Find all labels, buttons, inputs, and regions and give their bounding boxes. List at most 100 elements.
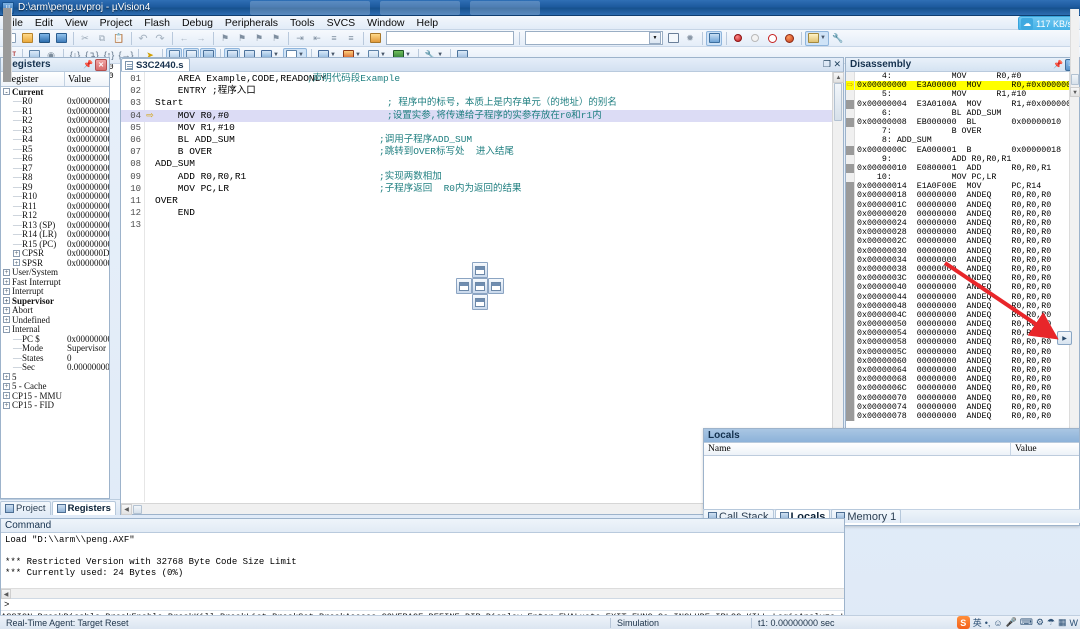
menu-tools[interactable]: Tools: [284, 16, 321, 30]
registers-tree[interactable]: - Current — R0 0x00000000— R1 0x00000000— R2 0x0…: [1, 87, 109, 496]
toolbox-icon[interactable]: ⚙: [1036, 617, 1044, 628]
disassembly-list[interactable]: 4: MOV R0,#0 ⇨ 0x00000000 E3A00000 MOV R0,…: [846, 72, 1079, 429]
disassembly-instruction-row[interactable]: 0x00000044 00000000 ANDEQ R0,R0,R0: [846, 292, 1079, 302]
editor-code-lines[interactable]: 01 AREA Example,CODE,READONLY ;声明代码段Examp…: [121, 72, 843, 231]
target-combo[interactable]: ▼: [525, 31, 663, 45]
outdent-button[interactable]: ⇤: [309, 31, 325, 46]
register-row[interactable]: — R0 0x00000000: [1, 96, 109, 106]
navigate-forward-button[interactable]: →: [193, 31, 209, 46]
dock-tab-registers[interactable]: Registers: [51, 501, 116, 515]
disable-breakpoint-button[interactable]: [747, 31, 763, 46]
disassembly-source-row[interactable]: 5: MOV R1,#10: [846, 90, 1079, 100]
expand-icon[interactable]: +: [3, 373, 10, 381]
register-row[interactable]: + Supervisor: [1, 296, 109, 306]
disassembly-instruction-row[interactable]: 0x00000034 00000000 ANDEQ R0,R0,R0: [846, 255, 1079, 265]
locals-list[interactable]: [704, 456, 1079, 511]
disassembly-instruction-row[interactable]: 0x00000004 E3A0100A MOV R1,#0x0000000A: [846, 99, 1079, 109]
umbrella-icon[interactable]: ☂: [1047, 617, 1055, 628]
insert-breakpoint-button[interactable]: [730, 31, 746, 46]
disassembly-instruction-row[interactable]: 0x0000003C 00000000 ANDEQ R0,R0,R0: [846, 274, 1079, 284]
pin-icon[interactable]: 📌: [1052, 59, 1064, 71]
indent-button[interactable]: ⇥: [292, 31, 308, 46]
dock-target-bottom[interactable]: [472, 294, 488, 310]
scroll-left-arrow-icon[interactable]: ◀: [1, 589, 11, 599]
apps-icon[interactable]: ▦: [1058, 617, 1067, 628]
register-row[interactable]: + CP15 - MMU: [1, 391, 109, 401]
register-row[interactable]: — R7 0x00000000: [1, 163, 109, 173]
disassembly-instruction-row[interactable]: 0x00000008 EB000000 BL 0x00000010: [846, 117, 1079, 128]
cut-button[interactable]: ✂: [77, 31, 93, 46]
disassembly-instruction-row[interactable]: ⇨ 0x00000000 E3A00000 MOV R0,#0x00000000: [846, 81, 1079, 91]
expand-icon[interactable]: +: [3, 287, 10, 295]
chevron-down-icon[interactable]: ▼: [649, 32, 661, 44]
find-in-files-button[interactable]: [367, 31, 383, 46]
register-row[interactable]: — R6 0x00000000: [1, 153, 109, 163]
register-row[interactable]: — R14 (LR) 0x00000000: [1, 229, 109, 239]
menu-project[interactable]: Project: [94, 16, 139, 30]
register-row[interactable]: +5 - Cache: [1, 381, 109, 391]
redo-button[interactable]: ↷: [152, 31, 168, 46]
save-all-button[interactable]: [53, 31, 69, 46]
w-badge-icon[interactable]: W: [1070, 618, 1079, 628]
disassembly-source-row[interactable]: 7: B OVER: [846, 127, 1079, 137]
punctuation-icon[interactable]: •,: [985, 618, 991, 628]
bookmark-toggle-button[interactable]: ⚑: [217, 31, 233, 46]
register-row[interactable]: — R2 0x00000000: [1, 115, 109, 125]
code-line[interactable]: 08 ADD_SUM: [121, 158, 843, 170]
register-row[interactable]: + User/System: [1, 267, 109, 277]
disassembly-instruction-row[interactable]: 0x0000004C 00000000 ANDEQ R0,R0,R0: [846, 310, 1079, 321]
disassembly-instruction-row[interactable]: 0x0000006C 00000000 ANDEQ R0,R0,R0: [846, 384, 1079, 394]
register-row[interactable]: + Interrupt: [1, 286, 109, 296]
open-file-button[interactable]: [19, 31, 35, 46]
dock-target-center[interactable]: [472, 278, 488, 294]
paste-button[interactable]: 📋: [111, 31, 127, 46]
register-row[interactable]: - Internal: [1, 324, 109, 334]
menu-edit[interactable]: Edit: [29, 16, 59, 30]
code-line[interactable]: 09 ADD R0,R0,R1 ;实现两数相加: [121, 171, 843, 183]
disassembly-instruction-row[interactable]: 0x00000028 00000000 ANDEQ R0,R0,R0: [846, 228, 1079, 238]
expand-icon[interactable]: +: [3, 278, 10, 286]
disassembly-instruction-row[interactable]: 0x00000038 00000000 ANDEQ R0,R0,R0: [846, 264, 1079, 275]
scroll-left-arrow-icon[interactable]: ◀: [121, 504, 132, 515]
editor-close-button[interactable]: ✕: [833, 59, 841, 70]
disassembly-source-row[interactable]: 6: BL ADD_SUM: [846, 108, 1079, 118]
disassembly-source-row[interactable]: 9: ADD R0,R0,R1: [846, 154, 1079, 164]
menu-debug[interactable]: Debug: [176, 16, 219, 30]
disassembly-instruction-row[interactable]: 0x00000068 00000000 ANDEQ R0,R0,R0: [846, 375, 1079, 385]
dock-target-top[interactable]: [472, 262, 488, 278]
register-row[interactable]: + SPSR 0x00000000: [1, 258, 109, 268]
register-row[interactable]: — PC $0x00000000: [1, 334, 109, 344]
expand-icon[interactable]: +: [3, 316, 10, 324]
code-line[interactable]: 10 MOV PC,LR ;子程序返回 R0内为返回的结果: [121, 183, 843, 195]
bookmark-prev-button[interactable]: ⚑: [234, 31, 250, 46]
expand-icon[interactable]: +: [13, 259, 20, 267]
command-output-hscrollbar[interactable]: ◀: [1, 588, 844, 599]
pin-icon[interactable]: 📌: [82, 59, 94, 71]
dock-target-left[interactable]: [456, 278, 472, 294]
disassembly-instruction-row[interactable]: 0x0000001C 00000000 ANDEQ R0,R0,R0: [846, 200, 1079, 210]
menu-flash[interactable]: Flash: [138, 16, 176, 30]
code-line[interactable]: 01 AREA Example,CODE,READONLY ;声明代码段Examp…: [121, 73, 843, 85]
menu-window[interactable]: Window: [361, 16, 410, 30]
register-row[interactable]: + Abort: [1, 305, 109, 315]
manage-components-button[interactable]: ✹: [682, 31, 698, 46]
disassembly-source-row[interactable]: 10: MOV PC,LR: [846, 173, 1079, 183]
register-row[interactable]: - Current: [1, 87, 109, 97]
editor-restore-button[interactable]: ❐: [823, 59, 831, 70]
dock-guide-diamond[interactable]: [456, 262, 504, 310]
bookmark-clear-button[interactable]: ⚑: [268, 31, 284, 46]
disable-all-breakpoints-button[interactable]: [764, 31, 780, 46]
search-input[interactable]: [386, 31, 514, 45]
editor-tab-s3c2440[interactable]: S3C2440.s: [121, 58, 190, 71]
code-line[interactable]: 06 BL ADD_SUM ;调用子程序ADD_SUM: [121, 134, 843, 146]
expand-icon[interactable]: +: [3, 401, 10, 409]
register-row[interactable]: — Sec 0.00000000: [1, 362, 109, 372]
disassembly-instruction-row[interactable]: 0x00000048 00000000 ANDEQ R0,R0,R0: [846, 301, 1079, 311]
code-line[interactable]: 12 END: [121, 207, 843, 219]
disassembly-instruction-row[interactable]: 0x00000078 00000000 ANDEQ R0,R0,R0: [846, 411, 1079, 422]
code-line[interactable]: 02 ENTRY ;程序入口: [121, 85, 843, 97]
menu-svcs[interactable]: SVCS: [321, 16, 362, 30]
code-line[interactable]: 05 MOV R1,#10: [121, 122, 843, 134]
menu-peripherals[interactable]: Peripherals: [219, 16, 284, 30]
disassembly-instruction-row[interactable]: 0x0000002C 00000000 ANDEQ R0,R0,R0: [846, 237, 1079, 247]
